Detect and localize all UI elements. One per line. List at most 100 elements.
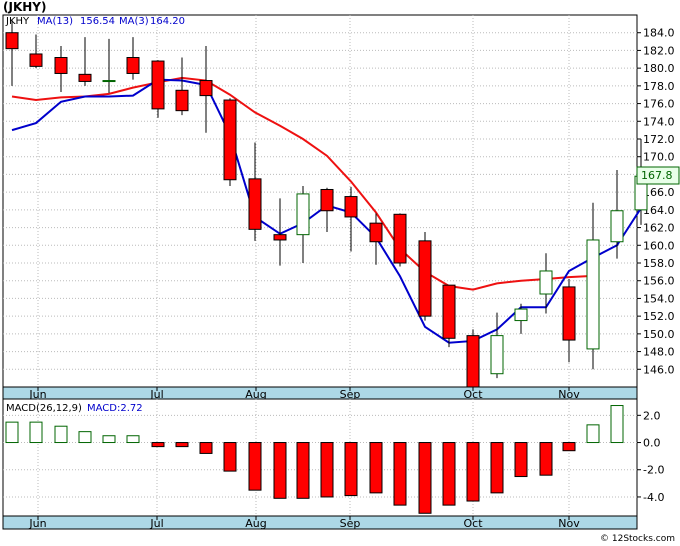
price-y-tick-label: 166.0 bbox=[643, 186, 675, 199]
price-panel: 146.0 148.0 150.0 152.0 154.0 156.0 158.0 160.0… bbox=[2, 14, 680, 401]
macd-bar-negative bbox=[514, 442, 528, 478]
candle-body-down bbox=[126, 57, 140, 74]
candle-body-up bbox=[539, 270, 553, 295]
candle bbox=[418, 232, 432, 321]
macd-bar-negative bbox=[320, 442, 334, 498]
candle-body-down bbox=[54, 57, 68, 74]
candle-body-down bbox=[248, 178, 262, 230]
macd-x-tick-label: Jul bbox=[149, 517, 163, 530]
macd-x-tick-label: Sep bbox=[340, 517, 361, 530]
price-y-tick-label: 184.0 bbox=[643, 27, 675, 40]
macd-y-tick-label: 2.0 bbox=[643, 409, 661, 422]
candle-body-down bbox=[562, 286, 576, 341]
candle-body-down bbox=[393, 213, 407, 264]
macd-bar-positive bbox=[102, 435, 116, 444]
candle-body-up bbox=[586, 239, 600, 350]
macd-bar-negative bbox=[296, 442, 310, 499]
stock-chart: (JKHY) 146.0 148.0 150.0 152.0 154.0 156.0 158… bbox=[2, 0, 680, 544]
candle-body-down bbox=[418, 240, 432, 317]
macd-bar-negative bbox=[490, 442, 504, 494]
legend-ma3-value: 164.20 bbox=[150, 16, 185, 27]
macd-legend-value: MACD:2.72 bbox=[87, 403, 143, 414]
last-price-value: 167.8 bbox=[641, 169, 673, 182]
macd-bar-negative bbox=[393, 442, 407, 506]
macd-x-tick-label: Jun bbox=[28, 517, 46, 530]
macd-panel: 2.0 0.0 -2.0 -4.0 MACD(26,12,9) MACD:2.72 J… bbox=[2, 398, 664, 530]
candle bbox=[223, 98, 237, 186]
price-y-tick-label: 152.0 bbox=[643, 310, 675, 323]
candle-body-down bbox=[175, 89, 189, 112]
macd-x-tick-label: Aug bbox=[245, 517, 266, 530]
price-x-axis-band bbox=[2, 386, 638, 400]
macd-y-tick-label: 0.0 bbox=[643, 437, 661, 450]
price-y-tick-label: 170.0 bbox=[643, 151, 675, 164]
candle-body-up bbox=[610, 210, 624, 243]
candle-body-down bbox=[344, 196, 358, 218]
macd-bar-negative bbox=[418, 442, 432, 514]
macd-bar-negative bbox=[539, 442, 553, 476]
candle-body-down bbox=[78, 73, 92, 82]
price-y-tick-label: 178.0 bbox=[643, 80, 675, 93]
candle-body-down bbox=[151, 60, 165, 110]
price-y-tick-label: 158.0 bbox=[643, 257, 675, 270]
legend-ma3-label: MA(3) bbox=[119, 16, 149, 27]
macd-bar-negative bbox=[369, 442, 383, 494]
macd-bar-positive bbox=[610, 405, 624, 444]
price-y-tick-label: 164.0 bbox=[643, 204, 675, 217]
candle-body-up bbox=[102, 80, 116, 83]
macd-y-tick-label: -2.0 bbox=[643, 464, 664, 477]
macd-bar-positive bbox=[126, 435, 140, 444]
legend-ma13-value: 156.54 bbox=[80, 16, 115, 27]
candle-body-down bbox=[199, 80, 213, 97]
macd-x-tick-label: Oct bbox=[463, 517, 483, 530]
macd-bar-positive bbox=[54, 425, 68, 444]
candle-body-down bbox=[442, 284, 456, 339]
macd-y-axis: 2.0 0.0 -2.0 -4.0 bbox=[637, 409, 664, 504]
macd-bar-negative bbox=[248, 442, 262, 491]
price-y-tick-label: 160.0 bbox=[643, 239, 675, 252]
last-price-tag: 167.8 bbox=[636, 166, 680, 185]
price-y-tick-label: 176.0 bbox=[643, 98, 675, 111]
macd-bar-positive bbox=[29, 421, 43, 444]
macd-bar-negative bbox=[151, 442, 165, 448]
candle-body-down bbox=[29, 53, 43, 67]
macd-bar-negative bbox=[466, 442, 480, 502]
chart-symbol: (JKHY) bbox=[3, 0, 46, 14]
candle-body-down bbox=[466, 335, 480, 393]
candle-body-up bbox=[490, 335, 504, 375]
price-y-tick-label: 146.0 bbox=[643, 363, 675, 376]
macd-bar-negative bbox=[273, 442, 287, 499]
candle bbox=[151, 60, 165, 118]
macd-y-tick-label: -4.0 bbox=[643, 491, 664, 504]
price-y-tick-label: 172.0 bbox=[643, 133, 675, 146]
macd-bar-positive bbox=[78, 431, 92, 444]
price-y-tick-label: 154.0 bbox=[643, 292, 675, 305]
macd-legend: MACD(26,12,9) MACD:2.72 bbox=[6, 403, 143, 414]
macd-bar-positive bbox=[5, 421, 19, 444]
macd-bar-negative bbox=[562, 442, 576, 452]
candle-body-down bbox=[5, 32, 19, 50]
candle-body-down bbox=[369, 222, 383, 243]
footer-credit: © 12Stocks.com bbox=[600, 534, 675, 544]
candle-body-down bbox=[320, 188, 334, 212]
legend-ticker: JKHY bbox=[5, 16, 30, 27]
price-plot-area bbox=[2, 14, 638, 388]
macd-x-tick-label: Nov bbox=[558, 517, 580, 530]
price-y-tick-label: 182.0 bbox=[643, 44, 675, 57]
price-y-tick-label: 174.0 bbox=[643, 115, 675, 128]
macd-bar-negative bbox=[199, 442, 213, 454]
price-y-tick-label: 156.0 bbox=[643, 275, 675, 288]
macd-bar-negative bbox=[175, 442, 189, 448]
price-y-tick-label: 150.0 bbox=[643, 328, 675, 341]
candle bbox=[442, 284, 456, 348]
price-y-tick-label: 148.0 bbox=[643, 346, 675, 359]
candle bbox=[466, 329, 480, 396]
legend-ma13-label: MA(13) bbox=[37, 16, 73, 27]
macd-bar-negative bbox=[442, 442, 456, 506]
macd-x-axis-band bbox=[2, 515, 638, 530]
price-y-tick-label: 162.0 bbox=[643, 222, 675, 235]
candle-body-up bbox=[514, 308, 528, 322]
price-y-tick-label: 180.0 bbox=[643, 62, 675, 75]
candle bbox=[393, 213, 407, 267]
macd-legend-label: MACD(26,12,9) bbox=[6, 403, 82, 414]
